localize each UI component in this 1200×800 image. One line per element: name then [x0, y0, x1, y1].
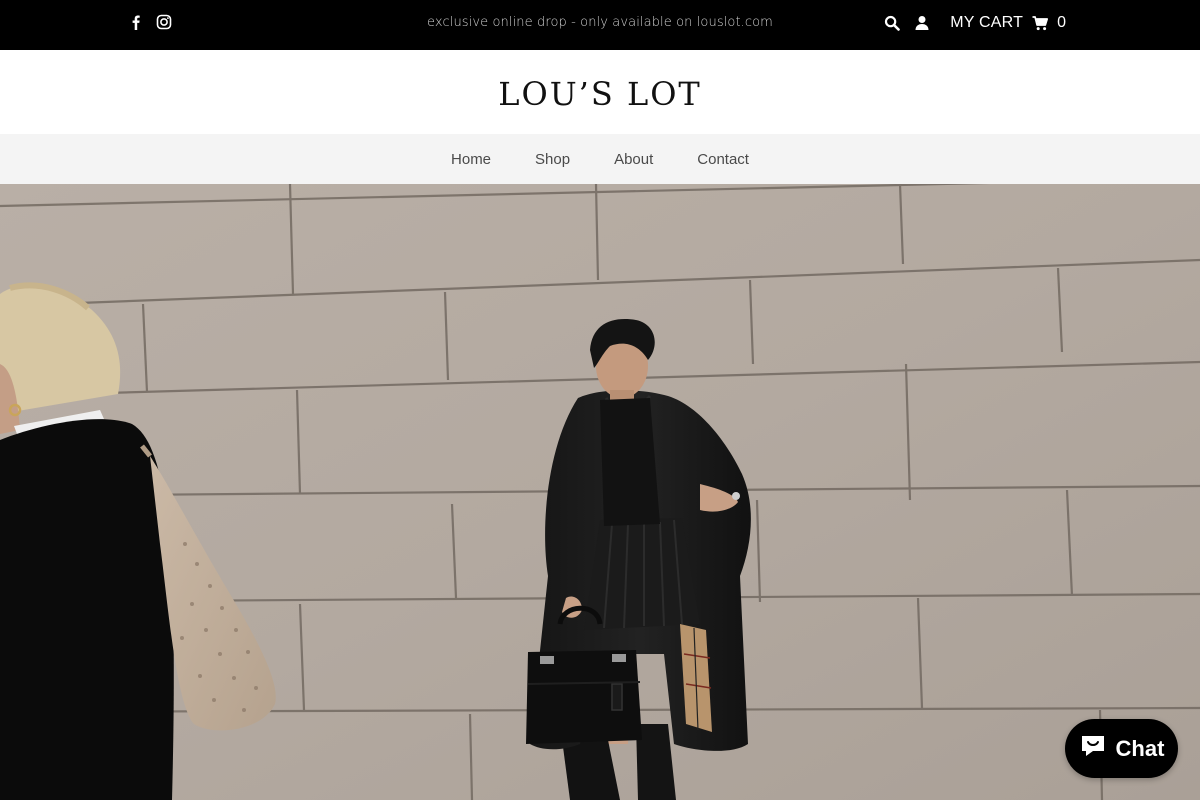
cart-link[interactable]: MY CART 0 — [950, 14, 1066, 32]
nav-item-contact[interactable]: Contact — [697, 151, 749, 168]
nav-item-home[interactable]: Home — [451, 151, 491, 168]
hero-image — [0, 184, 1200, 800]
chat-button[interactable]: Chat — [1065, 719, 1178, 778]
chat-icon — [1079, 733, 1107, 764]
site-logo[interactable]: LOU’S LOT — [498, 75, 702, 113]
cart-label: MY CART — [950, 14, 1024, 31]
header-actions: MY CART 0 — [884, 14, 1066, 32]
announcement-bar: exclusive online drop - only available o… — [0, 0, 1200, 50]
nav-item-about[interactable]: About — [614, 151, 653, 168]
cart-count: 0 — [1057, 14, 1066, 31]
main-nav: Home Shop About Contact — [0, 134, 1200, 184]
cart-icon — [1032, 15, 1049, 31]
site-header: LOU’S LOT — [0, 50, 1200, 134]
chat-label: Chat — [1115, 735, 1165, 761]
search-icon[interactable] — [884, 15, 901, 31]
user-icon[interactable] — [914, 15, 930, 31]
nav-item-shop[interactable]: Shop — [535, 151, 570, 168]
